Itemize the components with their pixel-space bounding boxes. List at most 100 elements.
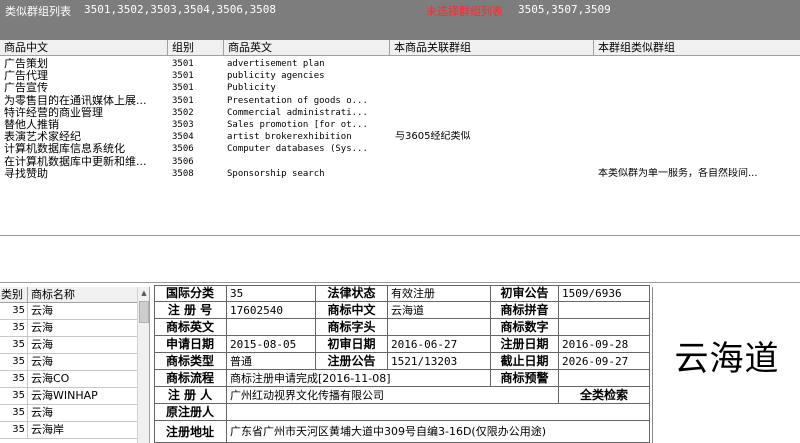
registrant-label: 注 册 人 bbox=[154, 387, 227, 404]
goods-similar-cell bbox=[598, 95, 798, 107]
warning-value bbox=[559, 370, 650, 387]
unselected-groups-label: 未选择群组列表 bbox=[426, 5, 503, 18]
goods-row[interactable]: 表演艺术家经纪 3504 artist brokerexhibition 与3605经… bbox=[0, 131, 800, 143]
col-header-class[interactable]: 类别 bbox=[1, 287, 28, 303]
goods-row[interactable]: 广告代理 3501 publicity agencies bbox=[0, 70, 800, 82]
mark-type-label: 商标类型 bbox=[154, 353, 227, 370]
intl-class-value: 35 bbox=[227, 285, 316, 302]
apply-date-value: 2015-08-05 bbox=[227, 336, 316, 353]
scroll-up-icon[interactable]: ▲ bbox=[138, 287, 149, 300]
mark-letters-label: 商标字头 bbox=[316, 319, 388, 336]
trademark-list-row[interactable]: 35 云海 bbox=[0, 405, 137, 422]
goods-name-cell: 在计算机数据库中更新和维... bbox=[4, 155, 147, 168]
trademark-list-row[interactable]: 35 云海 bbox=[0, 354, 137, 371]
mark-cn-value: 云海道 bbox=[388, 302, 491, 319]
trademark-name-cell: 云海WINHAP bbox=[31, 389, 98, 402]
trademark-name-cell: 云海 bbox=[31, 304, 53, 317]
reg-no-value: 17602540 bbox=[227, 302, 316, 319]
col-header-mark-name[interactable]: 商标名称 bbox=[31, 287, 75, 303]
col-header-goods-cn[interactable]: 商品中文 bbox=[0, 40, 168, 55]
reg-date-value: 2016-09-28 bbox=[559, 336, 650, 353]
goods-group-cell: 3506 bbox=[172, 144, 194, 155]
col-header-group[interactable]: 组别 bbox=[168, 40, 224, 55]
address-value: 广东省广州市天河区黄埔大道中309号自编3-16D(仅限办公用途) bbox=[227, 421, 650, 443]
goods-similar-cell bbox=[598, 119, 798, 131]
goods-row[interactable]: 计算机数据库信息系统化 3506 Computer databases (Sys..… bbox=[0, 143, 800, 155]
registrant-value: 广州红动视界文化传播有限公司 bbox=[227, 387, 559, 404]
trademark-list-row[interactable]: 35 云海岸 bbox=[0, 422, 137, 439]
goods-row[interactable]: 为零售目的在通讯媒体上展... 3501 Presentation of goods… bbox=[0, 95, 800, 107]
goods-name-cell: 表演艺术家经纪 bbox=[4, 131, 81, 144]
goods-related-cell bbox=[395, 168, 595, 180]
col-header-related-groups[interactable]: 本商品关联群组 bbox=[390, 40, 594, 55]
notes-area bbox=[0, 237, 800, 283]
trademark-list-row[interactable]: 35 云海 bbox=[0, 303, 137, 320]
goods-name-cell: 为零售目的在通讯媒体上展... bbox=[4, 94, 147, 107]
goods-group-cell: 3504 bbox=[172, 132, 194, 143]
mark-pinyin-value bbox=[559, 302, 650, 319]
trademark-class-cell: 35 bbox=[0, 371, 28, 387]
goods-related-cell bbox=[395, 156, 595, 168]
address-label: 注册地址 bbox=[154, 421, 227, 443]
goods-group-cell: 3506 bbox=[172, 156, 194, 167]
goods-name-cell: 特许经营的商业管理 bbox=[4, 106, 103, 119]
goods-similar-cell: 本类似群为单一服务，各自然段间... bbox=[598, 167, 758, 179]
full-search-button[interactable]: 全类检索 bbox=[559, 387, 650, 404]
unselected-groups-codes: 3505,3507,3509 bbox=[518, 3, 611, 16]
col-header-similar-groups[interactable]: 本群组类似群组 bbox=[594, 40, 800, 55]
apply-date-label: 申请日期 bbox=[154, 336, 227, 353]
reg-pub-label: 注册公告 bbox=[316, 353, 388, 370]
law-status-label: 法律状态 bbox=[316, 285, 388, 302]
goods-group-cell: 3501 bbox=[172, 59, 194, 69]
process-value: 商标注册申请完成[2016-11-08] bbox=[227, 370, 491, 387]
col-header-goods-en[interactable]: 商品英文 bbox=[224, 40, 390, 55]
goods-related-cell bbox=[395, 107, 595, 119]
mark-cn-label: 商标中文 bbox=[316, 302, 388, 319]
trademark-list-scrollbar[interactable]: ▲ bbox=[137, 287, 149, 443]
goods-similar-cell bbox=[598, 131, 798, 143]
trademark-name-cell: 云海 bbox=[31, 406, 53, 419]
goods-row[interactable]: 特许经营的商业管理 3502 Commercial administrati... bbox=[0, 107, 800, 119]
scrollbar-thumb[interactable] bbox=[139, 301, 149, 323]
prelim-date-label: 初审日期 bbox=[316, 336, 388, 353]
trademark-class-cell: 35 bbox=[0, 422, 28, 438]
trademark-list-row[interactable]: 35 云海CO bbox=[0, 371, 137, 388]
mark-digits-label: 商标数字 bbox=[491, 319, 559, 336]
goods-english-cell: Commercial administrati... bbox=[227, 107, 368, 118]
mark-en-value bbox=[227, 319, 316, 336]
goods-english-cell: Sponsorship search bbox=[227, 168, 325, 179]
trademark-list-row[interactable]: 35 云海 bbox=[0, 337, 137, 354]
goods-name-cell: 替他人推销 bbox=[4, 119, 59, 131]
goods-english-cell: publicity agencies bbox=[227, 71, 325, 82]
trademark-class-cell: 35 bbox=[0, 303, 28, 319]
goods-row[interactable]: 广告策划 3501 advertisement plan bbox=[0, 58, 800, 70]
mark-pinyin-label: 商标拼音 bbox=[491, 302, 559, 319]
trademark-class-cell: 35 bbox=[0, 388, 28, 404]
trademark-class-cell: 35 bbox=[0, 354, 28, 370]
goods-english-cell: Computer databases (Sys... bbox=[227, 144, 368, 155]
trademark-image-panel: 云海道 bbox=[652, 287, 800, 443]
goods-similar-cell bbox=[598, 70, 798, 82]
trademark-name-cell: 云海 bbox=[31, 355, 53, 368]
goods-group-cell: 3501 bbox=[172, 71, 194, 82]
goods-similar-cell bbox=[598, 82, 798, 94]
goods-name-cell: 计算机数据库信息系统化 bbox=[4, 143, 125, 156]
goods-row[interactable]: 寻找赞助 3508 Sponsorship search 本类似群为单一服务，各自然段… bbox=[0, 168, 800, 180]
goods-row[interactable]: 替他人推销 3503 Sales promotion [for ot... bbox=[0, 119, 800, 131]
intl-class-label: 国际分类 bbox=[154, 285, 227, 302]
trademark-list[interactable]: 类别 商标名称 35 云海 35 云海 35 云海 35 云海 35 云海CO 35 云海WINHAP… bbox=[0, 287, 150, 443]
expiry-value: 2026-09-27 bbox=[559, 353, 650, 370]
goods-related-cell bbox=[395, 70, 595, 82]
trademark-name-cell: 云海 bbox=[31, 321, 53, 334]
process-label: 商标流程 bbox=[154, 370, 227, 387]
goods-row[interactable]: 在计算机数据库中更新和维... 3506 bbox=[0, 156, 800, 168]
goods-related-cell bbox=[395, 82, 595, 94]
expiry-label: 截止日期 bbox=[491, 353, 559, 370]
orig-registrant-label: 原注册人 bbox=[154, 404, 227, 421]
goods-grid[interactable]: 商品中文 组别 商品英文 本商品关联群组 本群组类似群组 广告策划 3501 adv… bbox=[0, 40, 800, 236]
goods-related-cell: 与3605经纪类似 bbox=[395, 131, 471, 143]
trademark-image: 云海道 bbox=[674, 339, 780, 379]
trademark-list-row[interactable]: 35 云海 bbox=[0, 320, 137, 337]
trademark-list-row[interactable]: 35 云海WINHAP bbox=[0, 388, 137, 405]
goods-row[interactable]: 广告宣传 3501 Publicity bbox=[0, 82, 800, 94]
